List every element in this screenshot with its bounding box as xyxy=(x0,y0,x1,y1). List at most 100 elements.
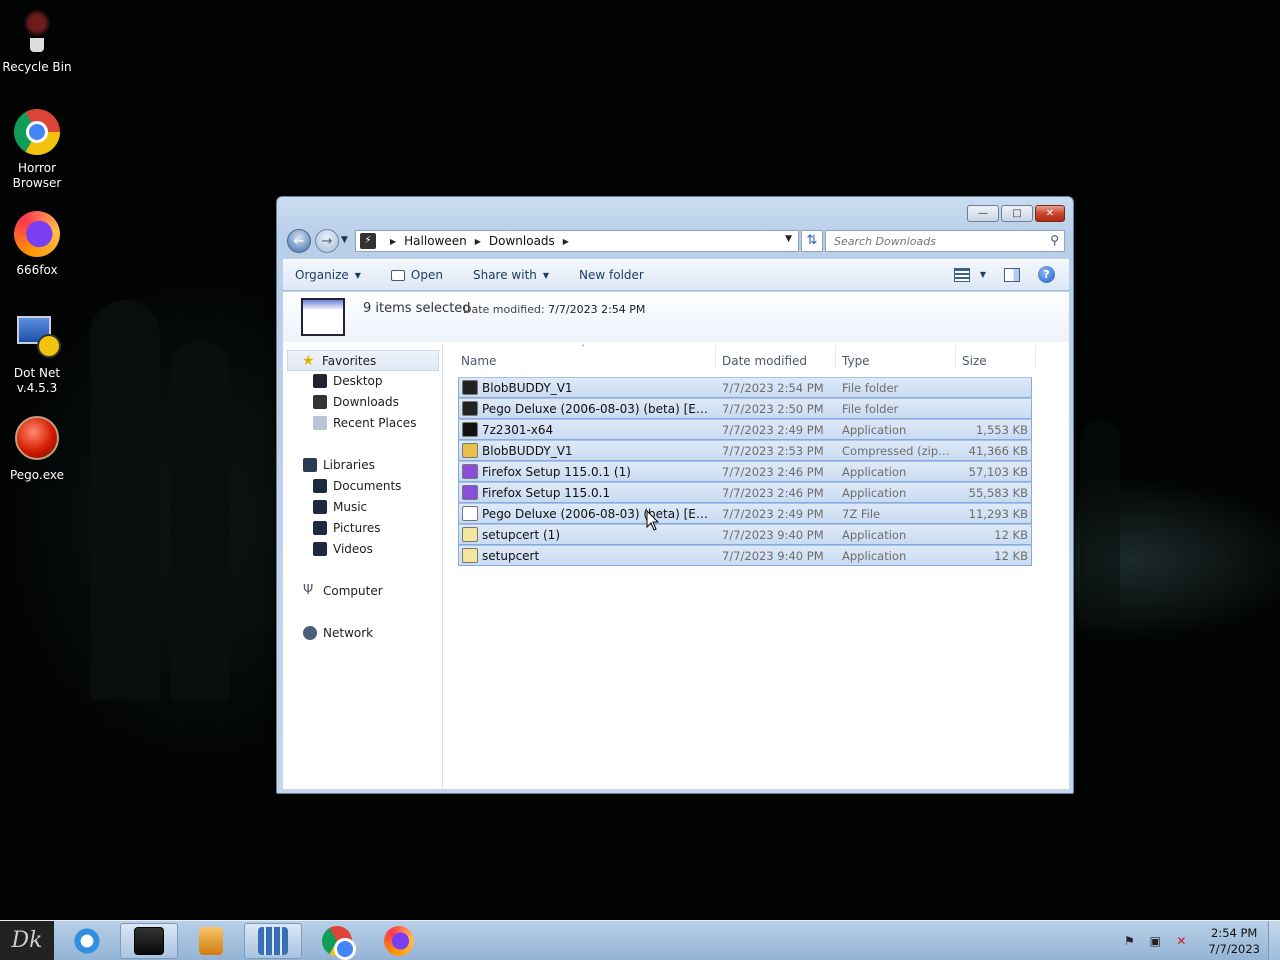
documents-icon xyxy=(313,479,327,493)
nav-computer-label: Computer xyxy=(323,584,383,598)
desktop-icon-666fox[interactable]: 666fox xyxy=(0,210,74,278)
file-name: setupcert (1) xyxy=(482,528,560,542)
maximize-button[interactable]: □ xyxy=(1001,205,1033,222)
chrome-icon xyxy=(322,926,356,960)
nav-libraries[interactable]: Libraries xyxy=(303,458,375,472)
selection-count: 9 items selected xyxy=(363,301,471,316)
nav-recent-places[interactable]: Recent Places xyxy=(313,416,416,430)
nav-videos[interactable]: Videos xyxy=(313,542,373,556)
preview-pane-button[interactable] xyxy=(1004,267,1020,282)
address-dropdown-icon[interactable]: ▼ xyxy=(785,234,792,244)
action-center-flag-icon[interactable]: ⚑ xyxy=(1122,934,1136,948)
desktop-icon-pego[interactable]: Pego.exe xyxy=(0,414,74,483)
star-icon: ★ xyxy=(302,352,315,369)
start-button[interactable]: Dk xyxy=(0,921,54,960)
address-bar[interactable]: ⚡ ▶ Halloween ▶ Downloads ▶ ▼ xyxy=(355,230,799,252)
column-header-size[interactable]: Size xyxy=(962,354,987,368)
desktop-icon-horror-browser[interactable]: Horror Browser xyxy=(0,108,74,191)
new-folder-button[interactable]: New folder xyxy=(579,268,644,282)
search-box[interactable]: ⚲ xyxy=(825,230,1065,252)
desktop-icon-dotnet[interactable]: Dot Net v.4.5.3 xyxy=(0,314,74,396)
downloads-folder-icon xyxy=(313,395,327,409)
file-type: Application xyxy=(842,549,907,563)
table-row[interactable]: setupcert 7/7/2023 9:40 PM Application 12 K… xyxy=(458,545,1032,566)
firefox-icon xyxy=(13,211,61,259)
taskbar-internet-explorer[interactable] xyxy=(58,923,116,959)
folder-dark-icon xyxy=(462,401,478,416)
table-row[interactable]: BlobBUDDY_V1 7/7/2023 2:53 PM Compressed (… xyxy=(458,440,1032,461)
date-value: 7/7/2023 2:54 PM xyxy=(548,303,646,316)
taskbar-firefox[interactable] xyxy=(370,923,428,959)
view-controls: ▼ ? xyxy=(953,266,1055,283)
taskbar-explorer[interactable] xyxy=(120,923,178,959)
nav-pictures[interactable]: Pictures xyxy=(313,521,381,535)
nav-music[interactable]: Music xyxy=(313,500,367,514)
nav-network-label: Network xyxy=(323,626,374,640)
column-header-type[interactable]: Type xyxy=(842,354,870,368)
explorer-content: 9 items selected Date modified: 7/7/2023… xyxy=(283,292,1069,789)
table-row[interactable]: Pego Deluxe (2006-08-03) (beta) [English… xyxy=(458,503,1032,524)
chevron-right-icon[interactable]: ▶ xyxy=(390,237,396,246)
breadcrumb-halloween[interactable]: Halloween xyxy=(404,234,467,248)
firefox-icon xyxy=(462,464,478,479)
change-view-button[interactable]: ▼ xyxy=(953,267,986,282)
file-list: ˄ Name Date modified Type Size BlobBUDDY… xyxy=(443,344,1069,789)
file-date: 7/7/2023 2:54 PM xyxy=(722,381,824,395)
taskbar-chrome[interactable] xyxy=(308,923,366,960)
dotnet-installer-icon xyxy=(13,314,61,362)
minimize-button[interactable]: — xyxy=(967,205,999,222)
show-desktop-button[interactable] xyxy=(1268,921,1280,960)
back-button[interactable]: ← xyxy=(287,229,311,253)
search-input[interactable] xyxy=(826,231,1036,251)
organize-button[interactable]: Organize ▼ xyxy=(295,268,361,282)
refresh-button[interactable]: ⇅ xyxy=(801,230,823,252)
clock[interactable]: 2:54 PM 7/7/2023 xyxy=(1208,925,1260,957)
computer-icon: Ψ xyxy=(303,583,314,598)
column-divider[interactable] xyxy=(715,346,716,368)
file-type: 7Z File xyxy=(842,507,881,521)
file-size: 55,583 KB xyxy=(968,486,1028,500)
chevron-right-icon[interactable]: ▶ xyxy=(475,237,481,246)
file-date: 7/7/2023 9:40 PM xyxy=(722,549,824,563)
nav-favorites[interactable]: ★ Favorites xyxy=(287,350,439,371)
close-button[interactable]: ✕ xyxy=(1035,205,1065,222)
table-row[interactable]: setupcert (1) 7/7/2023 9:40 PM Application… xyxy=(458,524,1032,545)
network-status-icon[interactable]: ▣ xyxy=(1148,934,1162,948)
nav-desktop-label: Desktop xyxy=(333,374,383,388)
table-row[interactable]: Firefox Setup 115.0.1 (1) 7/7/2023 2:46 P… xyxy=(458,461,1032,482)
share-with-button[interactable]: Share with ▼ xyxy=(473,268,549,282)
column-header-name[interactable]: Name xyxy=(461,354,496,368)
column-divider[interactable] xyxy=(1035,346,1036,368)
taskbar: Dk ⚑ ▣ ✕ 2:54 PM 7/7/2023 xyxy=(0,920,1280,960)
desktop-icon-label: 666fox xyxy=(16,263,58,277)
file-name: Pego Deluxe (2006-08-03) (beta) [English… xyxy=(482,402,714,416)
nav-computer[interactable]: Ψ Computer xyxy=(303,583,383,599)
column-divider[interactable] xyxy=(955,346,956,368)
nav-network[interactable]: Network xyxy=(303,626,373,640)
open-label: Open xyxy=(410,268,443,282)
taskbar-control-panel[interactable] xyxy=(244,923,302,959)
table-row[interactable]: 7z2301-x64 7/7/2023 2:49 PM Application 1,5… xyxy=(458,419,1032,440)
nav-videos-label: Videos xyxy=(333,542,373,556)
desktop-icon-recycle-bin[interactable]: Recycle Bin xyxy=(0,6,74,75)
recent-pages-dropdown[interactable]: ▼ xyxy=(341,235,348,245)
chevron-right-icon[interactable]: ▶ xyxy=(563,237,569,246)
desktop-icon-label: Horror Browser xyxy=(12,161,62,190)
forward-button[interactable]: → xyxy=(315,229,339,253)
table-row[interactable]: Pego Deluxe (2006-08-03) (beta) [English… xyxy=(458,398,1032,419)
nav-desktop[interactable]: Desktop xyxy=(313,374,383,388)
column-header-date[interactable]: Date modified xyxy=(722,354,807,368)
help-button[interactable]: ? xyxy=(1038,266,1055,283)
nav-downloads[interactable]: Downloads xyxy=(313,395,399,409)
table-row[interactable]: Firefox Setup 115.0.1 7/7/2023 2:46 PM App… xyxy=(458,482,1032,503)
open-button[interactable]: Open xyxy=(390,268,443,282)
view-list-icon xyxy=(953,267,970,282)
file-size: 12 KB xyxy=(994,549,1028,563)
search-icon[interactable]: ⚲ xyxy=(1050,233,1059,247)
breadcrumb-downloads[interactable]: Downloads xyxy=(489,234,555,248)
nav-documents[interactable]: Documents xyxy=(313,479,401,493)
volume-muted-icon[interactable]: ✕ xyxy=(1174,934,1188,948)
taskbar-media-player[interactable] xyxy=(182,923,240,959)
table-row[interactable]: BlobBUDDY_V1 7/7/2023 2:54 PM File folder xyxy=(458,377,1032,398)
column-divider[interactable] xyxy=(835,346,836,368)
